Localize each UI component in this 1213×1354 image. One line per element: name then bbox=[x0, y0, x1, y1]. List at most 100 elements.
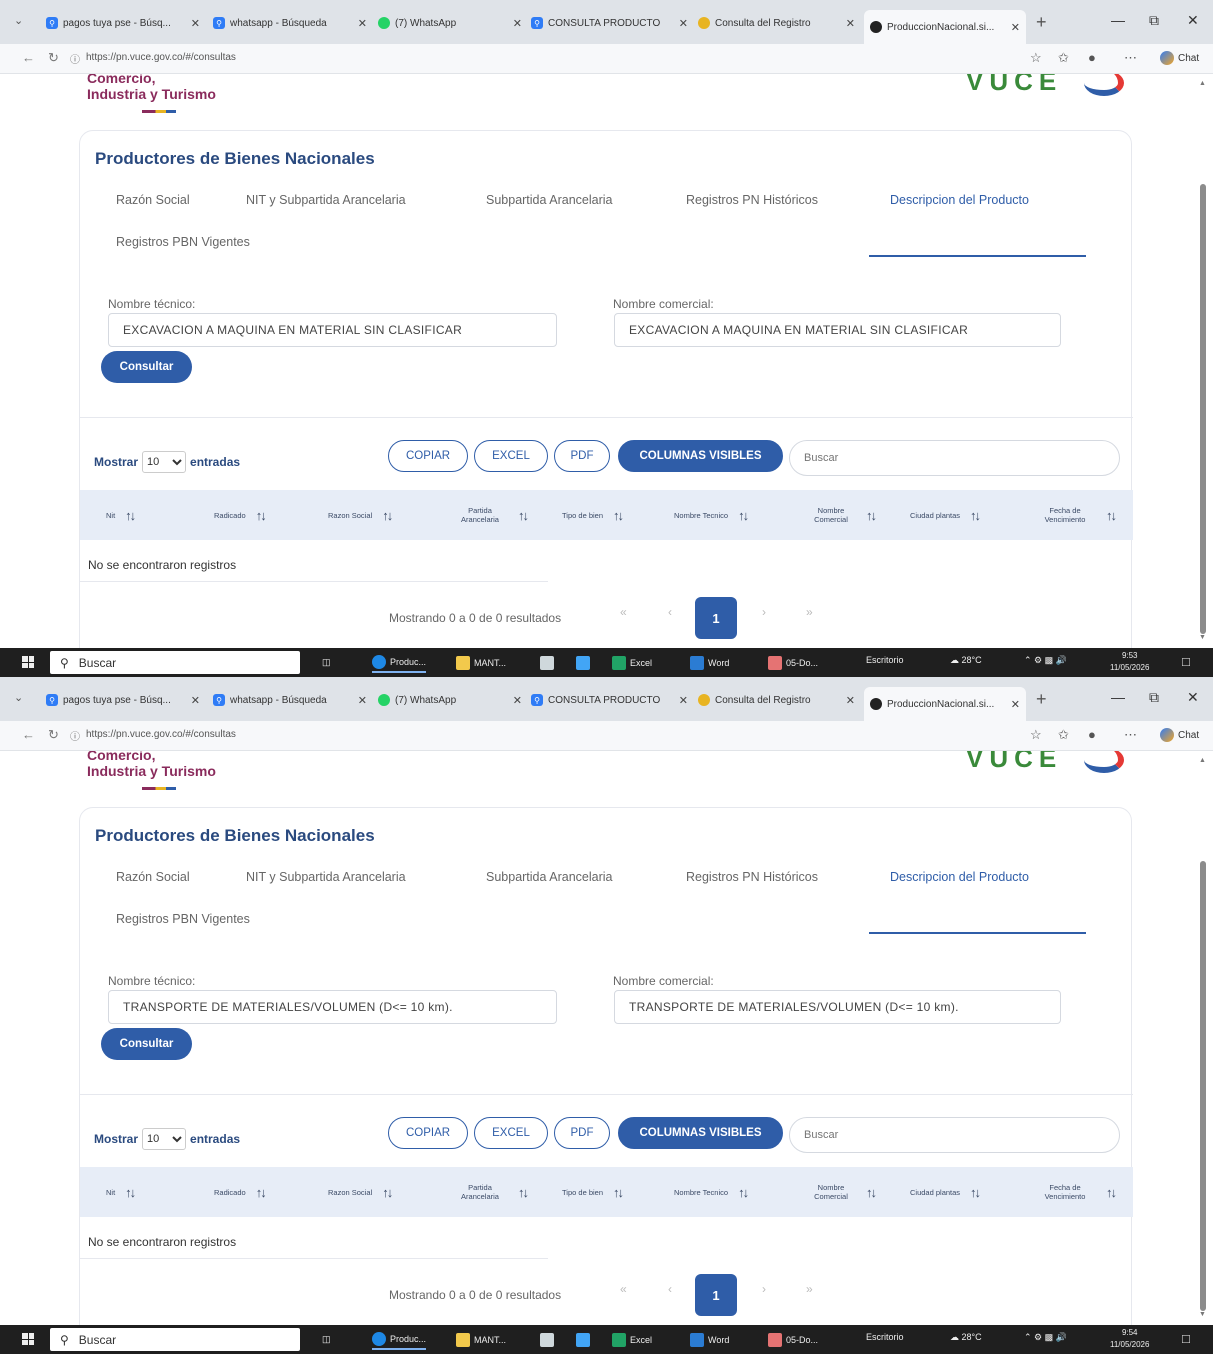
url-field[interactable]: https://pn.vuce.gov.co/#/consultas bbox=[86, 729, 236, 740]
page-scrollbar[interactable]: ▲ ▼ bbox=[1199, 74, 1207, 648]
sort-icon[interactable]: ↑↓ bbox=[382, 509, 393, 522]
scroll-up-icon[interactable]: ▲ bbox=[1199, 80, 1206, 87]
excel-button[interactable]: EXCEL bbox=[474, 1117, 548, 1149]
scroll-down-icon[interactable]: ▼ bbox=[1199, 634, 1206, 641]
minimize-icon[interactable]: — bbox=[1111, 689, 1125, 705]
close-window-icon[interactable]: ✕ bbox=[1187, 689, 1199, 706]
copy-button[interactable]: COPIAR bbox=[388, 1117, 468, 1149]
star-icon[interactable]: ☆ bbox=[1030, 727, 1042, 743]
close-icon[interactable]: ✕ bbox=[513, 17, 522, 30]
scroll-thumb[interactable] bbox=[1200, 184, 1206, 634]
column-header-tipo-bien[interactable]: Tipo de bien ↑↓ bbox=[562, 1167, 624, 1217]
task-view-icon[interactable]: ◫ bbox=[322, 652, 331, 673]
extension-icon[interactable]: ● bbox=[1088, 727, 1096, 742]
desktop-toolbar[interactable]: Escritorio bbox=[866, 655, 904, 665]
close-icon[interactable]: ✕ bbox=[846, 17, 855, 30]
entries-select[interactable]: 10 bbox=[142, 451, 187, 473]
sort-icon[interactable]: ↑↓ bbox=[866, 1186, 877, 1199]
consultar-button[interactable]: Consultar bbox=[101, 1028, 192, 1060]
favorites-icon[interactable]: ✩ bbox=[1058, 50, 1069, 66]
pager-first[interactable]: « bbox=[620, 605, 627, 619]
browser-tab[interactable]: ⚲ pagos tuya pse - Búsq... ✕ bbox=[46, 10, 206, 36]
chevron-down-icon[interactable]: ⌄ bbox=[14, 691, 23, 704]
sort-icon[interactable]: ↑↓ bbox=[1106, 1186, 1117, 1199]
pager-next[interactable]: › bbox=[762, 1282, 766, 1296]
browser-tab[interactable]: ⚲ CONSULTA PRODUCTO ✕ bbox=[531, 10, 694, 36]
taskbar-app-excel[interactable]: Excel bbox=[612, 1329, 652, 1350]
column-header-fecha-vencimiento[interactable]: Fecha de Vencimiento ↑↓ bbox=[1034, 1167, 1117, 1217]
tab-descripcion-producto[interactable]: Descripcion del Producto bbox=[890, 870, 1029, 884]
chevron-down-icon[interactable]: ⌄ bbox=[14, 14, 23, 27]
tab-descripcion-producto[interactable]: Descripcion del Producto bbox=[890, 193, 1029, 207]
site-info-icon[interactable]: ⓘ bbox=[70, 51, 80, 66]
taskbar-clock[interactable]: 9:54 11/05/2026 bbox=[1110, 1327, 1149, 1351]
column-header-nit[interactable]: Nit ↑↓ bbox=[106, 1167, 136, 1217]
column-header-tipo-bien[interactable]: Tipo de bien ↑↓ bbox=[562, 490, 624, 540]
sort-icon[interactable]: ↑↓ bbox=[970, 1186, 981, 1199]
taskbar-app-folder[interactable]: MANT... bbox=[456, 652, 506, 673]
pager-next[interactable]: › bbox=[762, 605, 766, 619]
taskbar-app-store[interactable] bbox=[576, 1329, 590, 1350]
taskbar-app-folder[interactable]: MANT... bbox=[456, 1329, 506, 1350]
taskbar-app-document[interactable]: 05-Do... bbox=[768, 652, 818, 673]
taskbar-app-store[interactable] bbox=[576, 652, 590, 673]
weather-widget[interactable]: ☁ 28°C bbox=[950, 655, 982, 666]
nombre-tecnico-input[interactable] bbox=[108, 313, 557, 347]
taskbar-search[interactable]: ⚲ Buscar bbox=[50, 1328, 300, 1351]
entries-select[interactable]: 10 bbox=[142, 1128, 187, 1150]
more-icon[interactable]: ⋯ bbox=[1124, 50, 1137, 66]
tab-razon-social[interactable]: Razón Social bbox=[116, 870, 190, 884]
close-icon[interactable]: ✕ bbox=[1011, 698, 1020, 711]
sort-icon[interactable]: ↑↓ bbox=[613, 1186, 624, 1199]
favorites-icon[interactable]: ✩ bbox=[1058, 727, 1069, 743]
browser-tab[interactable]: Consulta del Registro ✕ bbox=[698, 10, 861, 36]
sort-icon[interactable]: ↑↓ bbox=[256, 509, 267, 522]
column-header-ciudad-plantas[interactable]: Ciudad plantas ↑↓ bbox=[910, 1167, 981, 1217]
column-header-nombre-tecnico[interactable]: Nombre Tecnico ↑↓ bbox=[674, 1167, 749, 1217]
pager-last[interactable]: » bbox=[806, 605, 813, 619]
close-icon[interactable]: ✕ bbox=[191, 17, 200, 30]
browser-tab-active[interactable]: ProduccionNacional.si... ✕ bbox=[864, 687, 1026, 721]
desktop-toolbar[interactable]: Escritorio bbox=[866, 1332, 904, 1342]
taskbar-app-excel[interactable]: Excel bbox=[612, 652, 652, 673]
more-icon[interactable]: ⋯ bbox=[1124, 727, 1137, 743]
browser-tab[interactable]: ⚲ pagos tuya pse - Búsq... ✕ bbox=[46, 687, 206, 713]
close-icon[interactable]: ✕ bbox=[513, 694, 522, 707]
tab-razon-social[interactable]: Razón Social bbox=[116, 193, 190, 207]
column-header-razon-social[interactable]: Razon Social ↑↓ bbox=[328, 1167, 393, 1217]
browser-tab[interactable]: (7) WhatsApp ✕ bbox=[378, 10, 528, 36]
pager-first[interactable]: « bbox=[620, 1282, 627, 1296]
column-header-ciudad-plantas[interactable]: Ciudad plantas ↑↓ bbox=[910, 490, 981, 540]
browser-tab[interactable]: ⚲ CONSULTA PRODUCTO ✕ bbox=[531, 687, 694, 713]
browser-tab[interactable]: ⚲ whatsapp - Búsqueda ✕ bbox=[213, 10, 373, 36]
windows-start-icon[interactable] bbox=[22, 656, 34, 668]
chat-button[interactable]: Chat bbox=[1160, 51, 1199, 65]
pager-previous[interactable]: ‹ bbox=[668, 1282, 672, 1296]
site-info-icon[interactable]: ⓘ bbox=[70, 728, 80, 743]
taskbar-app-document[interactable]: 05-Do... bbox=[768, 1329, 818, 1350]
pager-current-page[interactable]: 1 bbox=[695, 1274, 737, 1316]
taskbar-clock[interactable]: 9:53 11/05/2026 bbox=[1110, 650, 1149, 674]
column-header-nombre-comercial[interactable]: Nombre Comercial ↑↓ bbox=[806, 1167, 877, 1217]
sort-icon[interactable]: ↑↓ bbox=[382, 1186, 393, 1199]
close-icon[interactable]: ✕ bbox=[358, 694, 367, 707]
taskbar-app-word[interactable]: Word bbox=[690, 1329, 729, 1350]
column-visibility-button[interactable]: COLUMNAS VISIBLES bbox=[618, 440, 783, 472]
sort-icon[interactable]: ↑↓ bbox=[613, 509, 624, 522]
column-header-radicado[interactable]: Radicado ↑↓ bbox=[214, 1167, 267, 1217]
notification-icon[interactable]: □ bbox=[1182, 1331, 1190, 1346]
browser-tab-active[interactable]: ProduccionNacional.si... ✕ bbox=[864, 10, 1026, 44]
sort-icon[interactable]: ↑↓ bbox=[125, 1186, 136, 1199]
sort-icon[interactable]: ↑↓ bbox=[256, 1186, 267, 1199]
scroll-up-icon[interactable]: ▲ bbox=[1199, 757, 1206, 764]
pager-last[interactable]: » bbox=[806, 1282, 813, 1296]
pdf-button[interactable]: PDF bbox=[554, 1117, 610, 1149]
copy-button[interactable]: COPIAR bbox=[388, 440, 468, 472]
tab-subpartida[interactable]: Subpartida Arancelaria bbox=[486, 870, 612, 884]
sort-icon[interactable]: ↑↓ bbox=[1106, 509, 1117, 522]
taskbar-app-edge[interactable]: Produc... bbox=[372, 1329, 427, 1350]
close-icon[interactable]: ✕ bbox=[846, 694, 855, 707]
star-icon[interactable]: ☆ bbox=[1030, 50, 1042, 66]
sort-icon[interactable]: ↑↓ bbox=[738, 1186, 749, 1199]
tab-registros-vigentes[interactable]: Registros PBN Vigentes bbox=[116, 912, 250, 926]
